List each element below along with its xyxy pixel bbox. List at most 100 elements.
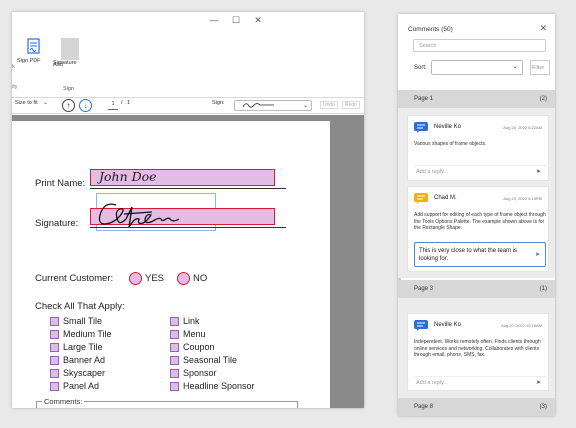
comment-card[interactable]: Neville Ko Aug 20, 2022 6:22AM Various s… xyxy=(407,115,549,181)
redo-button[interactable]: Redo xyxy=(342,101,360,109)
checkbox-coupon[interactable] xyxy=(170,343,179,352)
checkbox-sponsor[interactable] xyxy=(170,369,179,378)
signature-select[interactable]: ⌄ xyxy=(234,100,312,111)
add-signature-button[interactable]: Add Signature xyxy=(53,38,87,68)
reply-input[interactable]: Add a reply... ➤ xyxy=(414,165,546,177)
comment-body: Various shapes of frame objects. xyxy=(414,141,487,147)
comment-author: Neville Ko xyxy=(434,124,462,130)
checkbox-label: Large Tile xyxy=(63,342,103,352)
comment-date: Aug 20, 2022 6:15PM xyxy=(503,196,542,201)
print-name-underline xyxy=(90,188,286,189)
checkbox-banner-ad[interactable] xyxy=(50,356,59,365)
comments-title: Comments (50) xyxy=(408,26,453,33)
page-group-count: (2) xyxy=(539,96,547,102)
checkbox-skyscaper[interactable] xyxy=(50,369,59,378)
checkbox-small-tile[interactable] xyxy=(50,317,59,326)
checkbox-menu[interactable] xyxy=(170,330,179,339)
checkbox-link[interactable] xyxy=(170,317,179,326)
page-group-header[interactable]: Page 3 (1) xyxy=(398,280,555,298)
reply-input-active[interactable]: This is very close to what the team is l… xyxy=(414,242,546,267)
minimize-button[interactable]: — xyxy=(205,15,223,25)
print-name-field[interactable]: John Doe xyxy=(90,169,275,186)
next-page-button[interactable]: ↓ xyxy=(79,99,92,112)
comment-card[interactable]: Neville Ko Aug 20, 2022 10:16AM Independ… xyxy=(407,313,549,391)
page-group-count: (3) xyxy=(539,404,547,410)
document-viewer: Print Name: John Doe Signature: Current … xyxy=(12,115,364,408)
checkbox-label: Menu xyxy=(183,329,206,339)
no-radio[interactable] xyxy=(177,272,190,285)
checkbox-label: Link xyxy=(183,316,200,326)
check-all-label: Check All That Apply: xyxy=(35,301,125,312)
sort-select[interactable]: ⌄ xyxy=(431,60,523,75)
checkbox-label: Banner Ad xyxy=(63,355,106,365)
pdf-page: Print Name: John Doe Signature: Current … xyxy=(12,121,330,408)
reply-input[interactable]: Add a reply... ➤ xyxy=(414,376,546,388)
page-group-name: Page 1 xyxy=(414,96,434,102)
checkbox-label: Headline Sponsor xyxy=(183,381,255,391)
close-button[interactable]: ✕ xyxy=(249,15,267,26)
ribbon-group-sign: Sign xyxy=(63,86,75,92)
comment-author: Neville Ko xyxy=(434,322,462,328)
page-group-header[interactable]: Page 8 (3) xyxy=(398,398,555,416)
sign-pdf-label: Sign PDF xyxy=(17,58,41,64)
ribbon: k ity Sign PDF Add Signature Sign xyxy=(12,34,364,98)
send-icon[interactable]: ➤ xyxy=(536,379,541,386)
comment-icon xyxy=(414,320,428,331)
undo-button[interactable]: Undo xyxy=(320,101,338,109)
signature-underline xyxy=(90,227,286,228)
checkbox-seasonal-tile[interactable] xyxy=(170,356,179,365)
sign-label: Sign: xyxy=(212,100,225,106)
no-label: NO xyxy=(193,273,208,284)
checkbox-large-tile[interactable] xyxy=(50,343,59,352)
checkbox-label: Medium Tile xyxy=(63,329,112,339)
checkbox-medium-tile[interactable] xyxy=(50,330,59,339)
chevron-down-icon: ⌄ xyxy=(43,100,48,106)
comments-search-input[interactable]: Search xyxy=(413,39,546,52)
signature-ink xyxy=(98,203,180,228)
page-group-header[interactable]: Page 1 (2) xyxy=(398,90,555,108)
send-icon[interactable]: ➤ xyxy=(535,251,540,259)
page-group-name: Page 3 xyxy=(414,286,434,292)
document-signature-icon xyxy=(27,38,40,54)
checkbox-label: Panel Ad xyxy=(63,381,100,391)
print-name-label: Print Name: xyxy=(35,178,86,189)
yes-radio[interactable] xyxy=(129,272,142,285)
page-3-comments: Neville Ko Aug 20, 2022 10:16AM Independ… xyxy=(398,298,555,398)
chevron-down-icon: ⌄ xyxy=(302,103,308,109)
signature-preview-icon xyxy=(242,103,274,108)
send-icon[interactable]: ➤ xyxy=(536,168,541,175)
previous-page-button[interactable]: ↑ xyxy=(62,99,75,112)
sign-pdf-button[interactable]: Sign PDF xyxy=(17,38,51,64)
page-number-input[interactable]: 1 xyxy=(108,101,118,110)
checkbox-panel-ad[interactable] xyxy=(50,382,59,391)
comment-author: Chad M. xyxy=(434,195,457,201)
reply-text: This is very close to what the team is l… xyxy=(419,248,518,262)
page-separator: / xyxy=(121,100,123,106)
comments-panel: ▸ Comments (50) ✕ Search Sort: ⌄ Filter … xyxy=(398,14,555,416)
close-icon[interactable]: ✕ xyxy=(539,23,547,34)
checkbox-label: Seasonal Tile xyxy=(183,355,238,365)
current-customer-label: Current Customer: xyxy=(35,273,114,284)
print-name-value: John Doe xyxy=(99,169,157,184)
comment-date: Aug 20, 2022 10:16AM xyxy=(501,323,542,328)
checkbox-headline-sponsor[interactable] xyxy=(170,382,179,391)
ribbon-cut-label: k xyxy=(12,64,15,70)
checkbox-label: Skyscaper xyxy=(63,368,106,378)
checkbox-label: Coupon xyxy=(183,342,215,352)
ribbon-cut-group-label: ity xyxy=(12,84,18,90)
comment-icon xyxy=(414,122,428,133)
comment-body: Independent. Works remotely often. Finds… xyxy=(414,339,541,358)
maximize-button[interactable]: ☐ xyxy=(227,15,245,26)
yes-label: YES xyxy=(145,273,165,284)
comments-label: Comments: xyxy=(42,397,85,406)
comment-body: Add support for editing of each type of … xyxy=(414,212,546,231)
comment-date: Aug 20, 2022 6:22AM xyxy=(503,125,542,130)
checkbox-label: Small Tile xyxy=(63,316,103,326)
comment-card[interactable]: Chad M. Aug 20, 2022 6:15PM Add support … xyxy=(407,186,549,272)
pdf-editor-window: — ☐ ✕ k ity Sign PDF Add Signature Sign … xyxy=(12,12,364,408)
reply-placeholder: Add a reply... xyxy=(416,169,448,175)
sort-label: Sort: xyxy=(414,65,427,71)
filter-button[interactable]: Filter xyxy=(530,60,550,75)
zoom-label: Size to fit xyxy=(15,100,38,106)
zoom-select[interactable]: Size to fit ⌄ xyxy=(15,100,48,106)
